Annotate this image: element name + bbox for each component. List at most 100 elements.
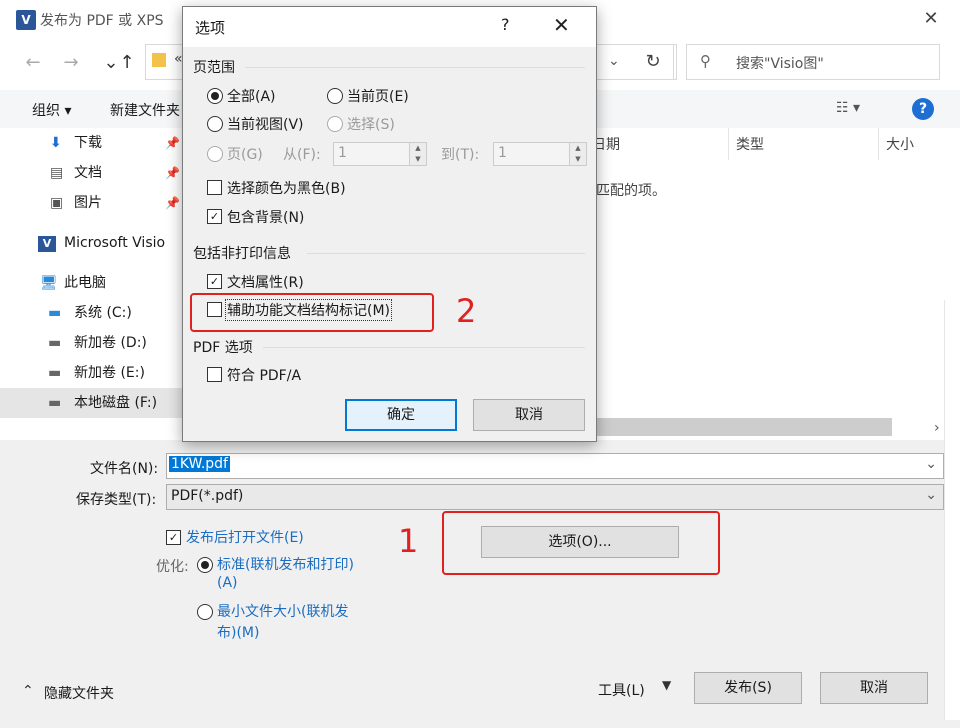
hide-folders-link[interactable]: 隐藏文件夹 xyxy=(44,683,114,703)
sidebar-item-this-pc[interactable]: 🖥 此电脑 xyxy=(0,268,185,298)
sidebar: ⬇ 下载 📌 ▤ 文档 📌 ▣ 图片 📌 V Microsoft Visio 🖥… xyxy=(0,128,186,438)
column-type[interactable]: 类型 xyxy=(736,132,764,158)
cancel-button[interactable]: 取消 xyxy=(820,672,928,704)
page-range-group-title: 页范围 xyxy=(193,60,235,76)
pin-icon[interactable]: 📌 xyxy=(165,188,180,218)
spin-down-icon[interactable]: ▼ xyxy=(410,154,426,165)
tools-button[interactable]: 工具(L) xyxy=(598,680,645,700)
current-page-label[interactable]: 当前页(E) xyxy=(347,86,409,106)
pdfa-label[interactable]: 符合 PDF/A xyxy=(227,365,301,385)
to-label: 到(T): xyxy=(441,147,480,163)
open-after-publish-checkbox[interactable]: ✓ xyxy=(166,530,181,545)
from-spinner[interactable]: 1 ▲ ▼ xyxy=(333,142,427,166)
sidebar-item-documents[interactable]: ▤ 文档 📌 xyxy=(0,158,185,188)
black-color-checkbox[interactable] xyxy=(207,180,222,195)
pin-icon[interactable]: 📌 xyxy=(165,158,180,188)
chevron-down-icon[interactable]: ⌄ xyxy=(925,456,937,472)
column-divider[interactable] xyxy=(878,128,879,160)
group-divider xyxy=(263,347,585,348)
help-icon[interactable]: ? xyxy=(912,98,934,120)
sidebar-item-label: 系统 (C:) xyxy=(74,305,132,321)
selection-radio[interactable] xyxy=(327,116,343,132)
selection-label[interactable]: 选择(S) xyxy=(347,114,395,134)
dialog-body: 页范围 全部(A) 当前页(E) 当前视图(V) 选择(S) 页(G) 从(F)… xyxy=(183,47,596,441)
sidebar-item-label: 新加卷 (E:) xyxy=(74,365,145,381)
sidebar-item-label: 图片 xyxy=(74,195,102,211)
all-pages-radio[interactable] xyxy=(207,88,223,104)
optimize-min-label[interactable]: 最小文件大小(联机发 xyxy=(217,601,348,621)
doc-props-checkbox[interactable]: ✓ xyxy=(207,274,222,289)
pin-icon[interactable]: 📌 xyxy=(165,128,180,158)
annotation-box-1 xyxy=(442,511,720,575)
picture-icon: ▣ xyxy=(50,195,64,211)
include-bg-checkbox[interactable]: ✓ xyxy=(207,209,222,224)
dialog-help-button[interactable]: ? xyxy=(501,15,510,34)
refresh-icon[interactable]: ↻ xyxy=(633,44,674,80)
back-arrow-icon[interactable]: ← xyxy=(20,50,46,76)
dialog-close-button[interactable]: ✕ xyxy=(553,13,570,37)
organize-button[interactable]: 组织 ▾ xyxy=(32,100,71,120)
sidebar-item-pictures[interactable]: ▣ 图片 📌 xyxy=(0,188,185,218)
tools-dropdown-icon[interactable]: ▼ xyxy=(662,678,671,692)
optimize-standard-label[interactable]: 标准(联机发布和打印) xyxy=(217,554,354,574)
pdfa-checkbox[interactable] xyxy=(207,367,222,382)
dialog-title: 选项 xyxy=(195,19,226,37)
to-spinner[interactable]: 1 ▲ ▼ xyxy=(493,142,587,166)
optimize-standard-radio[interactable] xyxy=(197,557,213,573)
sidebar-item-label: Microsoft Visio xyxy=(64,235,166,251)
from-value: 1 xyxy=(338,145,347,161)
document-icon: ▤ xyxy=(50,165,64,181)
options-dialog: 选项 ? ✕ 页范围 全部(A) 当前页(E) 当前视图(V) 选择(S) 页(… xyxy=(182,6,597,442)
sidebar-item-label: 下载 xyxy=(74,135,102,151)
annotation-box-2 xyxy=(190,293,434,332)
doc-props-label[interactable]: 文档属性(R) xyxy=(227,272,304,292)
spin-down-icon[interactable]: ▼ xyxy=(570,154,586,165)
all-pages-label[interactable]: 全部(A) xyxy=(227,86,276,106)
new-folder-button[interactable]: 新建文件夹 xyxy=(110,100,180,120)
download-icon: ⬇ xyxy=(50,135,62,151)
current-view-radio[interactable] xyxy=(207,116,223,132)
current-view-label[interactable]: 当前视图(V) xyxy=(227,114,304,134)
sidebar-item-downloads[interactable]: ⬇ 下载 📌 xyxy=(0,128,185,158)
scroll-right-icon[interactable]: › xyxy=(934,420,940,436)
drive-icon: ▬ xyxy=(48,335,62,351)
savetype-select[interactable]: PDF(*.pdf) ⌄ xyxy=(166,484,944,510)
spinner-buttons[interactable]: ▲ ▼ xyxy=(569,143,586,165)
up-arrow-icon[interactable]: ↑ xyxy=(114,50,140,76)
column-divider[interactable] xyxy=(728,128,729,160)
spinner-buttons[interactable]: ▲ ▼ xyxy=(409,143,426,165)
dialog-cancel-button[interactable]: 取消 xyxy=(473,399,585,431)
folder-icon xyxy=(152,53,166,67)
spin-up-icon[interactable]: ▲ xyxy=(410,143,426,154)
publish-button[interactable]: 发布(S) xyxy=(694,672,802,704)
forward-arrow-icon[interactable]: → xyxy=(58,50,84,76)
filename-label: 文件名(N): xyxy=(90,461,159,477)
optimize-min-label-2[interactable]: 布)(M) xyxy=(217,622,259,642)
include-bg-label[interactable]: 包含背景(N) xyxy=(227,207,304,227)
optimize-min-radio[interactable] xyxy=(197,604,213,620)
filename-input[interactable]: 1KW.pdf ⌄ xyxy=(166,453,944,479)
page-radio[interactable] xyxy=(207,146,223,162)
window-close-button[interactable]: ✕ xyxy=(918,6,944,32)
spin-up-icon[interactable]: ▲ xyxy=(570,143,586,154)
from-label: 从(F): xyxy=(283,147,321,163)
chevron-up-icon[interactable]: ⌃ xyxy=(22,683,34,699)
background-window-edge xyxy=(944,300,960,720)
page-label[interactable]: 页(G) xyxy=(227,144,263,164)
sidebar-item-visio[interactable]: V Microsoft Visio xyxy=(0,228,185,258)
current-page-radio[interactable] xyxy=(327,88,343,104)
open-after-publish-label[interactable]: 发布后打开文件(E) xyxy=(186,527,304,547)
sidebar-item-drive-d[interactable]: ▬ 新加卷 (D:) xyxy=(0,328,185,358)
column-size[interactable]: 大小 xyxy=(886,132,914,158)
black-color-label[interactable]: 选择颜色为黑色(B) xyxy=(227,178,346,198)
optimize-standard-key[interactable]: (A) xyxy=(217,575,238,591)
sidebar-item-drive-f[interactable]: ▬ 本地磁盘 (F:) xyxy=(0,388,185,418)
group-divider xyxy=(307,253,585,254)
view-options-icon[interactable]: ☷ ▾ xyxy=(836,100,860,116)
search-input[interactable]: 搜索"Visio图" xyxy=(736,53,824,73)
ok-button[interactable]: 确定 xyxy=(345,399,457,431)
sidebar-item-drive-c[interactable]: ▬ 系统 (C:) xyxy=(0,298,185,328)
address-dropdown-icon[interactable]: ⌄ xyxy=(608,53,620,69)
sidebar-item-label: 此电脑 xyxy=(64,275,106,291)
sidebar-item-drive-e[interactable]: ▬ 新加卷 (E:) xyxy=(0,358,185,388)
